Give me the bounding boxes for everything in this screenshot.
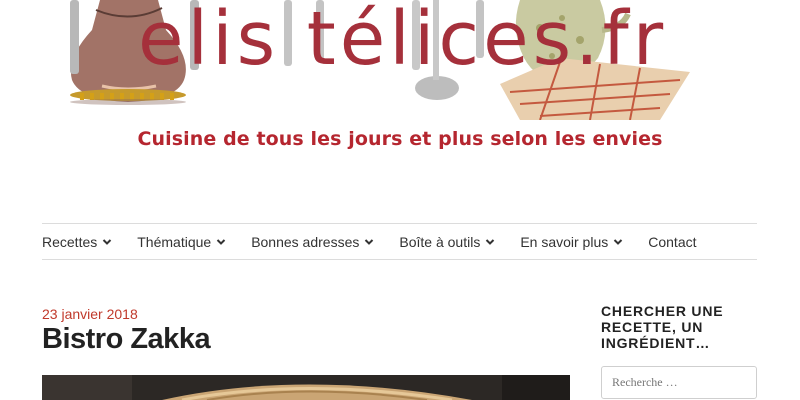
post-title[interactable]: Bistro Zakka [42, 323, 211, 356]
chevron-down-icon [103, 238, 112, 245]
nav-item-label: Recettes [42, 233, 98, 250]
search-widget-title: Chercher une recette, un ingrédient… [601, 303, 724, 351]
post-date[interactable]: 23 janvier 2018 [42, 306, 138, 322]
search-input[interactable] [601, 366, 757, 399]
nav-item-bonnes-adresses[interactable]: Bonnes adresses [251, 234, 374, 250]
post-featured-image[interactable] [42, 375, 570, 400]
nav-item-label: En savoir plus [520, 233, 609, 250]
bamboo-steamer-photo [42, 375, 570, 400]
chevron-down-icon [216, 238, 226, 245]
chevron-down-icon [614, 238, 623, 245]
chevron-down-icon [365, 238, 374, 245]
site-logo[interactable]: elis télices.fr [0, 0, 800, 120]
nav-item-recettes[interactable]: Recettes [42, 234, 112, 250]
nav-item-en-savoir-plus[interactable]: En savoir plus [520, 234, 623, 250]
nav-item-label: Contact [648, 233, 697, 250]
nav-item-contact[interactable]: Contact [648, 234, 696, 250]
nav-item-boite-a-outils[interactable]: Boîte à outils [399, 234, 495, 250]
site-header-banner[interactable]: elis télices.fr [0, 0, 800, 120]
chevron-down-icon [486, 238, 495, 245]
main-navigation: Recettes Thématique Bonnes adresses Boît… [42, 223, 757, 260]
nav-item-label: Boîte à outils [399, 233, 481, 250]
nav-item-thematique[interactable]: Thématique [137, 234, 226, 250]
nav-item-label: Thématique [137, 233, 212, 250]
logo-wordmark: elis télices.fr [138, 0, 667, 82]
nav-item-label: Bonnes adresses [251, 233, 360, 250]
site-tagline: Cuisine de tous les jours et plus selon … [137, 128, 663, 150]
